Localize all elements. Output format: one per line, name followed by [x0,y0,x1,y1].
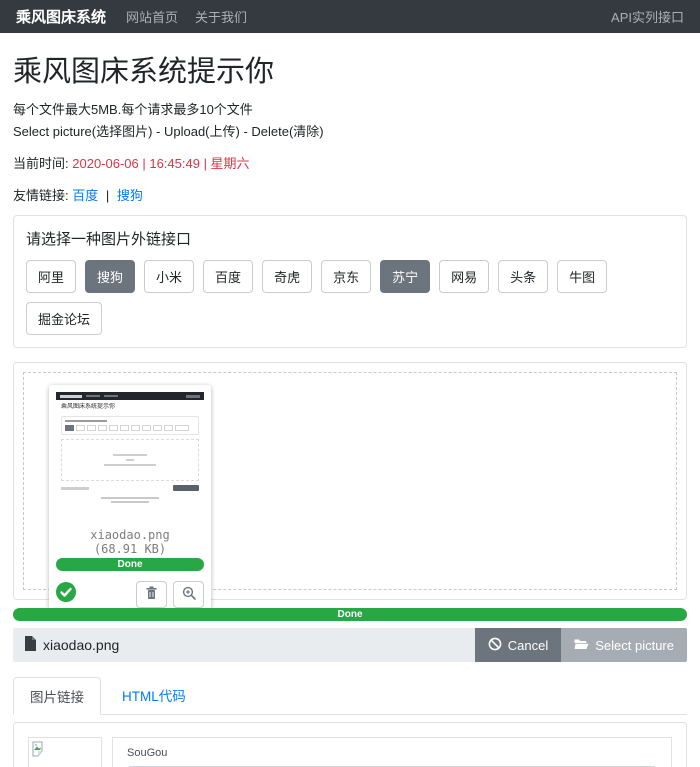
navbar: 乘风图床系统 网站首页 关于我们 API实列接口 [0,0,700,33]
file-row: xiaodao.png Cancel Se [13,628,687,662]
upload-file-card: 乘风图床系统提示你 [49,385,211,615]
folder-icon [574,638,589,653]
interface-button-niutu[interactable]: 牛图 [557,260,607,293]
link-fields: SouGou SuNing [112,737,672,767]
upload-success-check-icon [56,582,76,607]
card-filename: xiaodao.png [56,528,204,542]
current-time-value: 2020-06-06 | 16:45:49 | 星期六 [72,156,249,171]
field-label-sougou: SouGou [127,747,657,759]
dropzone[interactable]: 乘风图床系统提示你 [23,372,677,590]
friend-links-label: 友情链接: [13,188,69,203]
interface-button-ali[interactable]: 阿里 [26,260,76,293]
mini-footer [61,485,199,491]
card-filesize: (68.91 KB) [56,542,204,556]
mini-page-title: 乘风图床系统提示你 [61,403,199,411]
interface-button-row: 阿里 搜狗 小米 百度 奇虎 京东 苏宁 网易 头条 牛图 掘金论坛 [26,260,674,335]
upload-panel: 乘风图床系统提示你 [13,362,687,600]
cancel-button[interactable]: Cancel [475,628,561,662]
delete-file-button[interactable] [136,581,167,608]
trash-icon [145,586,158,603]
current-time-row: 当前时间: 2020-06-06 | 16:45:49 | 星期六 [13,153,687,172]
mini-dropzone [61,439,199,481]
friend-links-separator: | [106,188,109,203]
file-icon [24,636,36,654]
ban-icon [488,637,502,654]
tab-image-links[interactable]: 图片链接 [13,677,101,715]
card-progress-bar: Done [56,558,204,571]
nav-link-api[interactable]: API实列接口 [611,7,684,26]
interface-button-jd[interactable]: 京东 [321,260,371,293]
interface-button-toutiao[interactable]: 头条 [498,260,548,293]
interface-button-baidu[interactable]: 百度 [203,260,253,293]
friend-links-row: 友情链接: 百度 | 搜狗 [13,185,687,204]
result-thumbnail [28,737,102,767]
nav-link-home[interactable]: 网站首页 [126,7,178,26]
global-progress-bar: Done [13,608,687,621]
brand[interactable]: 乘风图床系统 [16,6,106,27]
zoom-in-icon [182,586,196,603]
interface-button-juejin[interactable]: 掘金论坛 [26,302,102,335]
field-row-sougou: SouGou [112,737,672,767]
interface-button-xiaomi[interactable]: 小米 [144,260,194,293]
mini-interface-panel [61,416,199,435]
interface-button-netease[interactable]: 网易 [439,260,489,293]
file-row-filename: xiaodao.png [43,637,119,653]
interface-button-suning[interactable]: 苏宁 [380,260,430,293]
tab-bar: 图片链接 HTML代码 [13,677,687,715]
current-time-label: 当前时间: [13,156,69,171]
select-picture-button[interactable]: Select picture [561,628,687,662]
friend-link-baidu[interactable]: 百度 [72,188,98,203]
limit-note: 每个文件最大5MB.每个请求最多10个文件 [13,99,687,118]
preview-thumbnail[interactable]: 乘风图床系统提示你 [56,392,204,524]
friend-link-sogou[interactable]: 搜狗 [117,188,143,203]
actions-note: Select picture(选择图片) - Upload(上传) - Dele… [13,121,687,140]
tab-html-code[interactable]: HTML代码 [106,677,202,714]
interface-panel: 请选择一种图片外链接口 阿里 搜狗 小米 百度 奇虎 京东 苏宁 网易 头条 牛… [13,215,687,348]
page-title: 乘风图床系统提示你 [13,48,687,90]
interface-button-sogou[interactable]: 搜狗 [85,260,135,293]
nav-link-about[interactable]: 关于我们 [195,7,247,26]
mini-navbar [56,392,204,400]
interface-panel-title: 请选择一种图片外链接口 [26,228,674,249]
zoom-file-button[interactable] [173,581,204,608]
interface-button-qihu[interactable]: 奇虎 [262,260,312,293]
results-panel: SouGou SuNing [13,722,687,767]
mini-footer-text [56,497,204,503]
